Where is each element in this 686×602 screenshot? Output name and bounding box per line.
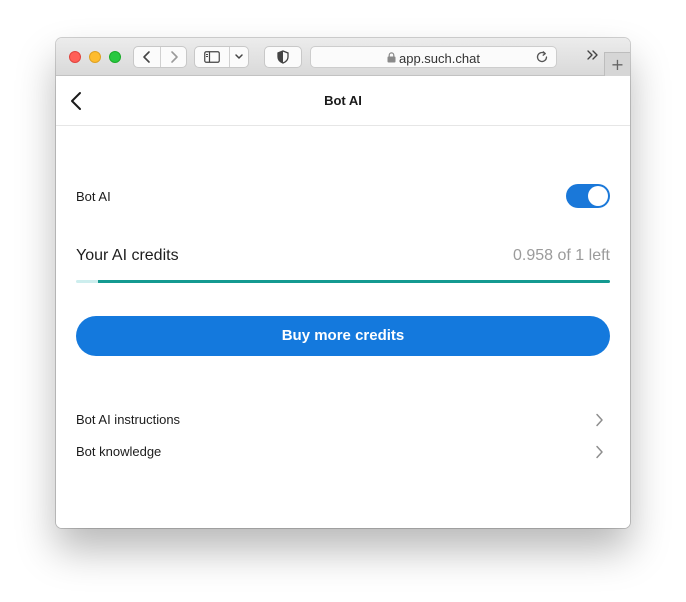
address-bar[interactable]: app.such.chat: [310, 46, 557, 68]
reload-icon[interactable]: [535, 50, 549, 64]
privacy-report-button[interactable]: [265, 47, 301, 67]
plus-icon: +: [610, 55, 625, 74]
browser-toolbar: app.such.chat +: [56, 38, 630, 76]
chevron-right-icon: [596, 413, 603, 427]
close-window-button[interactable]: [69, 51, 81, 63]
toolbar-overflow-button[interactable]: [586, 48, 600, 67]
minimize-window-button[interactable]: [89, 51, 101, 63]
chevron-right-icon: [596, 445, 603, 459]
credits-remaining: 0.958 of 1 left: [513, 247, 610, 264]
buy-more-credits-button[interactable]: Buy more credits: [76, 316, 610, 356]
lock-icon: [387, 52, 396, 63]
chevron-left-icon: [143, 51, 150, 63]
sidebar-menu-button[interactable]: [229, 47, 248, 67]
zoom-window-button[interactable]: [109, 51, 121, 63]
page-content: Bot AI Bot AI Your AI credits 0.958 of 1…: [56, 76, 630, 528]
bot-knowledge-link[interactable]: Bot knowledge: [76, 440, 610, 464]
new-tab-button[interactable]: +: [604, 52, 630, 76]
toggle-knob: [588, 186, 608, 206]
sidebar-icon: [204, 51, 220, 63]
credits-progress-bar: [76, 280, 610, 283]
double-chevron-right-icon: [587, 50, 598, 60]
chevron-right-icon: [170, 51, 178, 63]
browser-forward-button[interactable]: [160, 47, 186, 67]
privacy-report: [264, 46, 302, 68]
bot-ai-label: Bot AI: [76, 189, 111, 204]
credits-label: Your AI credits: [76, 247, 179, 264]
address-url: app.such.chat: [399, 51, 480, 66]
sidebar-control: [194, 46, 249, 68]
shield-icon: [277, 50, 289, 64]
bot-ai-instructions-link[interactable]: Bot AI instructions: [76, 408, 610, 432]
link-label: Bot AI instructions: [76, 412, 181, 427]
browser-back-button[interactable]: [134, 47, 160, 67]
app-header: Bot AI: [56, 76, 630, 126]
chevron-down-icon: [235, 54, 243, 59]
sidebar-toggle-button[interactable]: [195, 47, 229, 67]
browser-window: app.such.chat + Bot AI Bot AI Your AI cr…: [56, 38, 630, 528]
credits-progress-fill: [98, 280, 610, 283]
bot-ai-toggle[interactable]: [566, 184, 610, 208]
history-nav: [133, 46, 187, 68]
page-title: Bot AI: [324, 93, 362, 108]
link-label: Bot knowledge: [76, 444, 162, 459]
